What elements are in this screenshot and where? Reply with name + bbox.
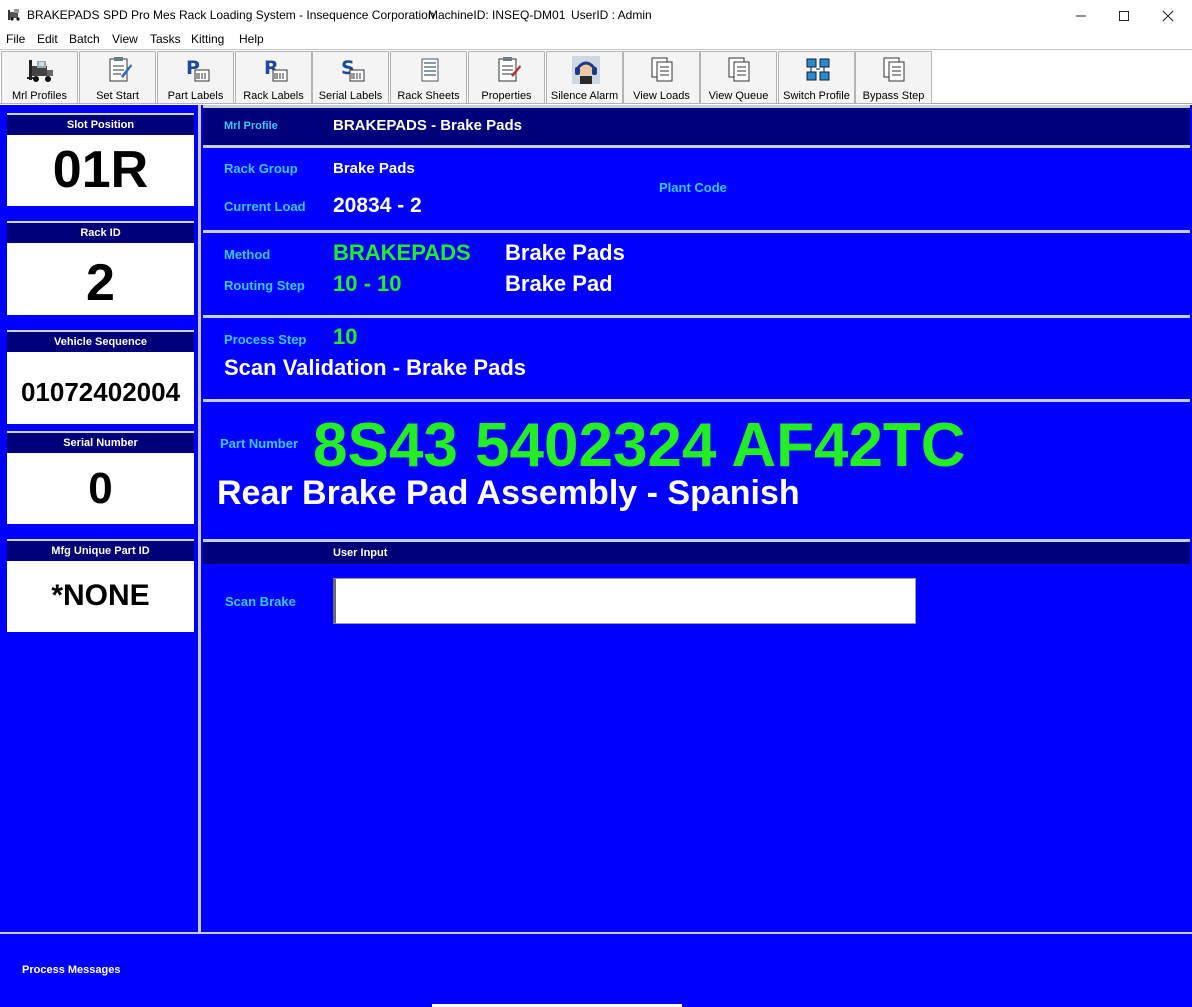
close-button[interactable]	[1145, 0, 1191, 30]
process-step-label: Process Step	[224, 332, 307, 347]
switch-profile-button[interactable]: Switch Profile	[778, 51, 855, 104]
plant-code-label: Plant Code	[659, 180, 727, 195]
ear-muffs-icon	[572, 56, 600, 84]
process-messages-label: Process Messages	[22, 964, 121, 976]
toolbar-label: Mrl Profiles	[11, 90, 67, 102]
forklift-icon	[8, 9, 20, 21]
properties-button[interactable]: Properties	[468, 51, 545, 104]
serial-number-value: 0	[7, 453, 194, 524]
slot-position-header: Slot Position	[7, 113, 194, 135]
rack-group-value: Brake Pads	[333, 160, 415, 177]
current-load-value: 20834 - 2	[333, 194, 422, 217]
view-queue-button[interactable]: View Queue	[700, 51, 777, 104]
toolbar-label: Silence Alarm	[550, 90, 619, 102]
process-messages-panel: Process Messages	[0, 932, 1192, 1007]
part-labels-button[interactable]: P Part Labels	[157, 51, 234, 104]
rack-panel: Rack Group Brake Pads Current Load 20834…	[203, 145, 1190, 230]
maximize-button[interactable]	[1101, 0, 1147, 30]
process-step-description: Scan Validation - Brake Pads	[224, 355, 527, 380]
rack-id-header: Rack ID	[7, 221, 194, 243]
toolbar-label: Set Start	[96, 90, 139, 102]
slot-position-value: 01R	[7, 135, 194, 206]
toolbar: Mrl Profiles Set Start P Part Labels R R…	[0, 49, 1192, 104]
sheets-icon	[421, 58, 439, 82]
title-bar: BRAKEPADS SPD Pro Mes Rack Loading Syste…	[0, 0, 1192, 30]
part-panel: Part Number 8S43 5402324 AF42TC Rear Bra…	[203, 399, 1190, 540]
routing-step-label: Routing Step	[224, 278, 305, 293]
serial-number-header: Serial Number	[7, 431, 194, 453]
part-number-value: 8S43 5402324 AF42TC	[313, 411, 966, 480]
rack-sheets-button[interactable]: Rack Sheets	[390, 51, 467, 104]
mfg-unique-part-id-header: Mfg Unique Part ID	[7, 539, 194, 561]
minimize-icon	[1076, 15, 1086, 17]
toolbar-label: Rack Sheets	[397, 90, 460, 102]
toolbar-label: Rack Labels	[243, 90, 304, 102]
vehicle-sequence-value: 01072402004	[7, 352, 194, 424]
set-start-button[interactable]: Set Start	[79, 51, 156, 104]
method-name: Brake Pads	[505, 240, 625, 265]
minimize-button[interactable]	[1058, 0, 1104, 30]
close-icon	[1162, 10, 1174, 22]
forklift-icon	[27, 60, 53, 82]
window-title: SPD Pro Mes Rack Loading System - Insequ…	[103, 8, 435, 22]
switch-network-icon	[806, 58, 830, 81]
vehicle-sequence-header: Vehicle Sequence	[7, 330, 194, 352]
part-description: Rear Brake Pad Assembly - Spanish	[217, 474, 800, 512]
bypass-step-button[interactable]: Bypass Step	[855, 51, 932, 104]
method-panel: Method BRAKEPADS Brake Pads Routing Step…	[203, 230, 1190, 317]
profile-panel: Mrl Profile BRAKEPADS - Brake Pads	[203, 105, 1190, 145]
mrl-profiles-button[interactable]: Mrl Profiles	[1, 51, 78, 104]
scan-brake-input[interactable]	[333, 578, 916, 624]
label-p-icon: P	[186, 57, 210, 82]
menu-bar: File Edit Batch View Tasks Kitting Help	[0, 31, 1192, 49]
menu-batch[interactable]: Batch	[69, 32, 100, 46]
rack-id-value: 2	[7, 243, 194, 315]
documents-icon	[651, 57, 673, 82]
user-input-header: User Input	[333, 547, 388, 559]
menu-kitting[interactable]: Kitting	[191, 32, 224, 46]
window-app-name: BRAKEPADS	[27, 8, 100, 22]
process-panel: Process Step 10 Scan Validation - Brake …	[203, 315, 1190, 401]
profile-label: Mrl Profile	[224, 120, 278, 132]
toolbar-label: View Loads	[633, 90, 690, 102]
view-loads-button[interactable]: View Loads	[623, 51, 700, 104]
silence-alarm-button[interactable]: Silence Alarm	[546, 51, 623, 104]
method-code: BRAKEPADS	[333, 240, 471, 265]
current-load-label: Current Load	[224, 199, 306, 214]
properties-icon	[498, 57, 521, 82]
toolbar-label: Switch Profile	[783, 90, 850, 102]
rack-group-label: Rack Group	[224, 161, 298, 176]
machine-id: MachineID: INSEQ-DM01	[428, 8, 566, 22]
menu-edit[interactable]: Edit	[37, 32, 58, 46]
menu-tasks[interactable]: Tasks	[150, 32, 181, 46]
serial-labels-button[interactable]: S Serial Labels	[312, 51, 389, 104]
maximize-icon	[1119, 11, 1129, 21]
documents-icon	[728, 57, 750, 82]
part-number-label: Part Number	[220, 436, 299, 451]
documents-icon	[883, 57, 905, 82]
scan-brake-label: Scan Brake	[225, 594, 296, 609]
clipboard-pencil-icon	[109, 57, 132, 82]
menu-view[interactable]: View	[112, 32, 138, 46]
menu-help[interactable]: Help	[239, 32, 264, 46]
toolbar-label: Properties	[481, 90, 532, 102]
routing-step-code: 10 - 10	[333, 271, 402, 296]
label-s-icon: S	[341, 57, 365, 82]
toolbar-label: View Queue	[708, 90, 769, 102]
method-label: Method	[224, 247, 271, 262]
routing-step-name: Brake Pad	[505, 271, 613, 296]
label-r-icon: R	[264, 57, 288, 82]
rack-labels-button[interactable]: R Rack Labels	[235, 51, 312, 104]
toolbar-label: Bypass Step	[862, 90, 925, 102]
toolbar-label: Serial Labels	[318, 90, 383, 102]
profile-value: BRAKEPADS - Brake Pads	[333, 117, 522, 134]
mfg-unique-part-id-value: *NONE	[7, 561, 194, 632]
menu-file[interactable]: File	[6, 32, 25, 46]
process-step-code: 10	[333, 324, 358, 349]
toolbar-label: Part Labels	[167, 90, 224, 102]
user-id: UserID : Admin	[571, 8, 652, 22]
